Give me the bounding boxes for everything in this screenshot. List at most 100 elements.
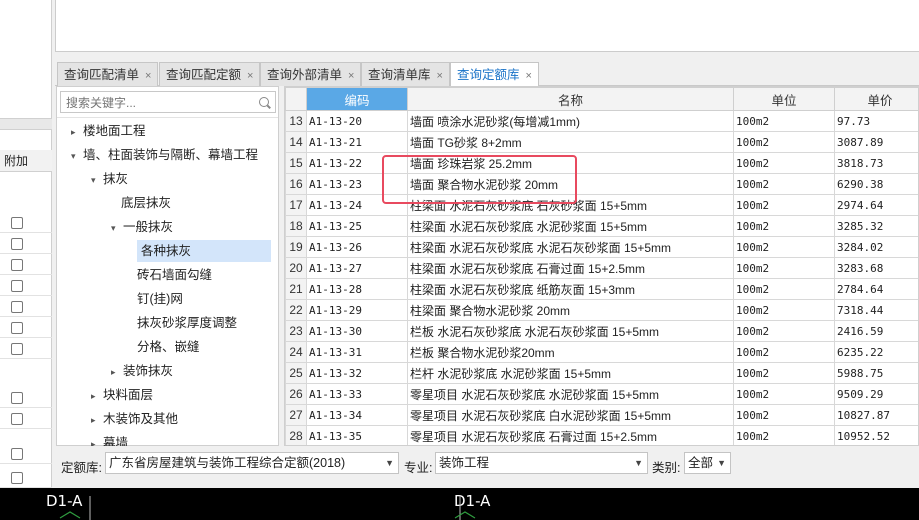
tab-query-matched-quota[interactable]: 查询匹配定额 × bbox=[159, 62, 261, 86]
row-checkbox[interactable] bbox=[11, 392, 23, 404]
table-row[interactable]: 18 A1-13-25 柱梁面 水泥石灰砂浆底 水泥砂浆面 15+5mm 100m2 3… bbox=[285, 215, 918, 237]
table-row[interactable]: 27 A1-13-34 零星项目 水泥石灰砂浆底 白水泥砂浆面 15+5mm 100m… bbox=[285, 404, 918, 426]
price-cell: 6235.22 bbox=[834, 341, 918, 363]
tree-node[interactable]: ▸ 楼地面工程 bbox=[71, 120, 146, 142]
name-column-header[interactable]: 名称 bbox=[407, 87, 734, 111]
code-cell: A1-13-26 bbox=[306, 236, 408, 258]
row-checkbox[interactable] bbox=[11, 259, 23, 271]
expand-right-icon[interactable]: ▸ bbox=[111, 361, 123, 383]
row-checkbox[interactable] bbox=[11, 280, 23, 292]
table-row[interactable]: 26 A1-13-33 零星项目 水泥石灰砂浆底 水泥砂浆面 15+5mm 100m2… bbox=[285, 383, 918, 405]
unit-cell: 100m2 bbox=[733, 320, 835, 342]
row-checkbox[interactable] bbox=[11, 301, 23, 313]
row-checkbox[interactable] bbox=[11, 448, 23, 460]
price-cell: 3283.68 bbox=[834, 257, 918, 279]
tree-node-label: 抹灰砂浆厚度调整 bbox=[137, 316, 238, 330]
row-checkbox[interactable] bbox=[11, 472, 23, 484]
unit-cell: 100m2 bbox=[733, 257, 835, 279]
tree-node[interactable]: ▸ 木装饰及其他 bbox=[91, 408, 178, 430]
tab-label: 查询匹配定额 bbox=[166, 68, 242, 82]
table-row[interactable]: 21 A1-13-28 柱梁面 水泥石灰砂浆底 纸筋灰面 15+3mm 100m2 27… bbox=[285, 278, 918, 300]
search-box[interactable] bbox=[60, 91, 276, 113]
close-icon[interactable]: × bbox=[145, 70, 151, 82]
tab-query-bill-library[interactable]: 查询清单库 × bbox=[361, 62, 450, 86]
row-checkbox[interactable] bbox=[11, 413, 23, 425]
table-row[interactable]: 24 A1-13-31 栏板 聚合物水泥砂浆20mm 100m2 6235.22 bbox=[285, 341, 918, 363]
table-row[interactable]: 17 A1-13-24 柱梁面 水泥石灰砂浆底 石灰砂浆面 15+5mm 100m2 2… bbox=[285, 194, 918, 216]
table-row[interactable]: 25 A1-13-32 栏杆 水泥砂浆底 水泥砂浆面 15+5mm 100m2 5988… bbox=[285, 362, 918, 384]
name-cell: 墙面 TG砂浆 8+2mm bbox=[407, 131, 734, 153]
tree-node[interactable]: 钉(挂)网 bbox=[137, 288, 183, 310]
tab-label: 查询清单库 bbox=[368, 68, 431, 82]
tree-node[interactable]: ▾ 一般抹灰 bbox=[111, 216, 173, 238]
search-input[interactable] bbox=[64, 93, 253, 113]
category-select[interactable]: 全部 ▼ bbox=[684, 452, 731, 474]
table-row[interactable]: 14 A1-13-21 墙面 TG砂浆 8+2mm 100m2 3087.89 bbox=[285, 131, 918, 153]
tree-node[interactable]: ▸ 块料面层 bbox=[91, 384, 153, 406]
table-row[interactable]: 23 A1-13-30 栏板 水泥石灰砂浆底 水泥石灰砂浆面 15+5mm 100m2… bbox=[285, 320, 918, 342]
row-divider bbox=[0, 428, 52, 429]
row-checkbox[interactable] bbox=[11, 238, 23, 250]
unit-cell: 100m2 bbox=[733, 383, 835, 405]
code-cell: A1-13-28 bbox=[306, 278, 408, 300]
name-cell: 柱梁面 水泥石灰砂浆底 水泥砂浆面 15+5mm bbox=[407, 215, 734, 237]
row-number: 15 bbox=[285, 152, 307, 174]
tree-node[interactable]: ▾ 墙、柱面装饰与隔断、幕墙工程 bbox=[71, 144, 258, 166]
tree-node-label: 抹灰 bbox=[103, 172, 129, 186]
expand-down-icon[interactable]: ▾ bbox=[111, 217, 123, 239]
table-row[interactable]: 15 A1-13-22 墙面 珍珠岩浆 25.2mm 100m2 3818.73 bbox=[285, 152, 918, 174]
unit-column-header[interactable]: 单位 bbox=[733, 87, 835, 111]
table-row[interactable]: 16 A1-13-23 墙面 聚合物水泥砂浆 20mm 100m2 6290.38 bbox=[285, 173, 918, 195]
row-divider bbox=[0, 232, 52, 233]
unit-cell: 100m2 bbox=[733, 362, 835, 384]
name-cell: 柱梁面 水泥石灰砂浆底 水泥石灰砂浆面 15+5mm bbox=[407, 236, 734, 258]
tab-query-quota-library[interactable]: 查询定额库 × bbox=[450, 62, 539, 87]
table-row[interactable]: 20 A1-13-27 柱梁面 水泥石灰砂浆底 石膏过面 15+2.5mm 100m2… bbox=[285, 257, 918, 279]
name-cell: 柱梁面 聚合物水泥砂浆 20mm bbox=[407, 299, 734, 321]
tree-node[interactable]: ▸ 装饰抹灰 bbox=[111, 360, 173, 382]
row-number: 17 bbox=[285, 194, 307, 216]
expand-right-icon[interactable]: ▸ bbox=[91, 385, 103, 407]
close-icon[interactable]: × bbox=[437, 70, 443, 82]
expand-right-icon[interactable]: ▸ bbox=[71, 121, 83, 143]
price-cell: 2416.59 bbox=[834, 320, 918, 342]
table-row[interactable]: 22 A1-13-29 柱梁面 聚合物水泥砂浆 20mm 100m2 7318.44 bbox=[285, 299, 918, 321]
code-column-header[interactable]: 编码 bbox=[306, 87, 408, 111]
search-icon[interactable] bbox=[259, 97, 269, 107]
tree-node-label: 一般抹灰 bbox=[123, 220, 174, 234]
tree-node[interactable]: 抹灰砂浆厚度调整 bbox=[137, 312, 237, 334]
unit-cell: 100m2 bbox=[733, 110, 835, 132]
expand-down-icon[interactable]: ▾ bbox=[91, 169, 103, 191]
close-icon[interactable]: × bbox=[348, 70, 354, 82]
tree-node[interactable]: 分格、嵌缝 bbox=[137, 336, 200, 358]
tab-query-matched-bill[interactable]: 查询匹配清单 × bbox=[57, 62, 159, 86]
row-number: 14 bbox=[285, 131, 307, 153]
row-checkbox[interactable] bbox=[11, 217, 23, 229]
tree-node[interactable]: 底层抹灰 bbox=[121, 192, 171, 214]
row-checkbox[interactable] bbox=[11, 343, 23, 355]
tree-node[interactable]: ▾ 抹灰 bbox=[91, 168, 128, 190]
tree-node[interactable]: ▸ 幕墙 bbox=[91, 432, 128, 446]
tree-node[interactable]: 砖石墙面勾缝 bbox=[137, 264, 212, 286]
price-column-header[interactable]: 单价 bbox=[834, 87, 918, 111]
specialty-select[interactable]: 装饰工程 ▼ bbox=[435, 452, 648, 474]
code-cell: A1-13-20 bbox=[306, 110, 408, 132]
unit-cell: 100m2 bbox=[733, 131, 835, 153]
tree-node[interactable]: 各种抹灰 bbox=[137, 240, 271, 262]
chevron-down-icon: ▼ bbox=[385, 458, 394, 468]
row-divider bbox=[0, 463, 52, 464]
expand-right-icon[interactable]: ▸ bbox=[91, 409, 103, 431]
expand-down-icon[interactable]: ▾ bbox=[71, 145, 83, 167]
close-icon[interactable]: × bbox=[526, 70, 532, 82]
table-row[interactable]: 28 A1-13-35 零星项目 水泥石灰砂浆底 石膏过面 15+2.5mm 100m… bbox=[285, 425, 918, 445]
unit-cell: 100m2 bbox=[733, 341, 835, 363]
tab-label: 查询定额库 bbox=[457, 68, 520, 82]
table-row[interactable]: 13 A1-13-20 墙面 喷涂水泥砂浆(每增减1mm) 100m2 97.73 bbox=[285, 110, 918, 132]
row-checkbox[interactable] bbox=[11, 322, 23, 334]
expand-right-icon[interactable]: ▸ bbox=[91, 433, 103, 446]
library-select[interactable]: 广东省房屋建筑与装饰工程综合定额(2018) ▼ bbox=[105, 452, 399, 474]
table-row[interactable]: 19 A1-13-26 柱梁面 水泥石灰砂浆底 水泥石灰砂浆面 15+5mm 100m… bbox=[285, 236, 918, 258]
tab-query-external-bill[interactable]: 查询外部清单 × bbox=[260, 62, 362, 86]
close-icon[interactable]: × bbox=[247, 70, 253, 82]
row-number: 24 bbox=[285, 341, 307, 363]
